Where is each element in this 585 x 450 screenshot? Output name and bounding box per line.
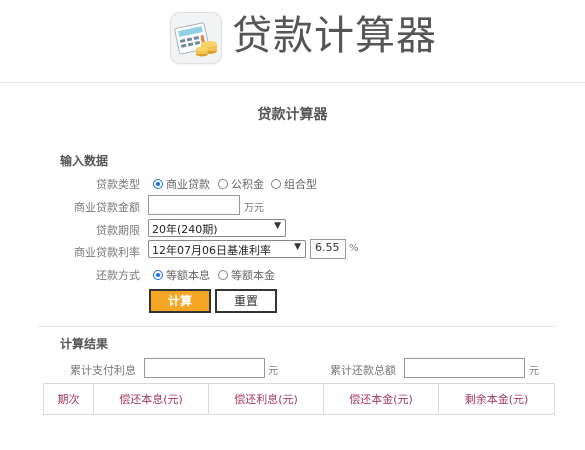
total-interest-label: 累计支付利息 (70, 364, 136, 377)
col-header-payment: 偿还本息(元) (93, 383, 209, 415)
total-payment-output[interactable] (404, 358, 525, 378)
radio-unchecked-icon (218, 179, 228, 189)
loan-term-value: 20年(240期) (152, 223, 218, 236)
col-header-remaining: 剩余本金(元) (438, 383, 555, 415)
input-section-title: 输入数据 (60, 154, 109, 168)
loan-rate-input[interactable]: 6.55 (310, 239, 346, 259)
loan-amount-unit: 万元 (244, 203, 264, 214)
loan-amount-input[interactable] (148, 195, 240, 215)
loan-term-label: 贷款期限 (96, 224, 140, 237)
radio-provident-fund[interactable]: 公积金 (218, 176, 264, 192)
chevron-down-icon: ▼ (294, 242, 301, 252)
col-header-period: 期次 (43, 383, 94, 415)
loan-amount-label: 商业贷款金额 (74, 201, 140, 214)
result-section-title: 计算结果 (60, 337, 109, 351)
radio-commercial-label: 商业贷款 (166, 178, 210, 191)
loan-term-select[interactable]: 20年(240期) ▼ (148, 219, 286, 237)
loan-rate-label: 商业贷款利率 (74, 246, 140, 259)
total-payment-unit: 元 (529, 366, 539, 377)
radio-unchecked-icon (218, 270, 228, 280)
radio-commercial[interactable]: 商业贷款 (153, 176, 210, 192)
radio-checked-icon (153, 179, 163, 189)
total-interest-unit: 元 (268, 366, 278, 377)
section-divider (38, 326, 556, 327)
reset-button[interactable]: 重置 (215, 289, 277, 313)
table-header-row: 期次 偿还本息(元) 偿还利息(元) 偿还本金(元) 剩余本金(元) (43, 383, 555, 415)
col-header-interest: 偿还利息(元) (208, 383, 324, 415)
loan-rate-select[interactable]: 12年07月06日基准利率 ▼ (148, 240, 306, 258)
total-payment-label: 累计还款总额 (330, 364, 396, 377)
radio-equal-principal-label: 等额本金 (231, 269, 275, 282)
radio-equal-installment-label: 等额本息 (166, 269, 210, 282)
loan-rate-unit: % (349, 243, 359, 254)
radio-combined-label: 组合型 (284, 178, 317, 191)
app-header: 贷款计算器 (0, 0, 585, 83)
page-title: 贷款计算器 (257, 107, 328, 123)
repayment-method-label: 还款方式 (96, 269, 140, 282)
radio-checked-icon (153, 270, 163, 280)
radio-equal-installment[interactable]: 等额本息 (153, 267, 210, 283)
radio-unchecked-icon (271, 179, 281, 189)
chevron-down-icon: ▼ (274, 221, 281, 231)
col-header-principal: 偿还本金(元) (323, 383, 439, 415)
loan-rate-option: 12年07月06日基准利率 (152, 244, 271, 257)
radio-provident-fund-label: 公积金 (231, 178, 264, 191)
radio-equal-principal[interactable]: 等额本金 (218, 267, 275, 283)
total-interest-output[interactable] (144, 358, 265, 378)
repayment-schedule-table: 期次 偿还本息(元) 偿还利息(元) 偿还本金(元) 剩余本金(元) (43, 383, 555, 415)
calculator-icon (170, 12, 222, 64)
app-title: 贷款计算器 (232, 13, 437, 59)
radio-combined[interactable]: 组合型 (271, 176, 317, 192)
loan-type-label: 贷款类型 (96, 178, 140, 191)
calculate-button[interactable]: 计算 (149, 289, 211, 313)
